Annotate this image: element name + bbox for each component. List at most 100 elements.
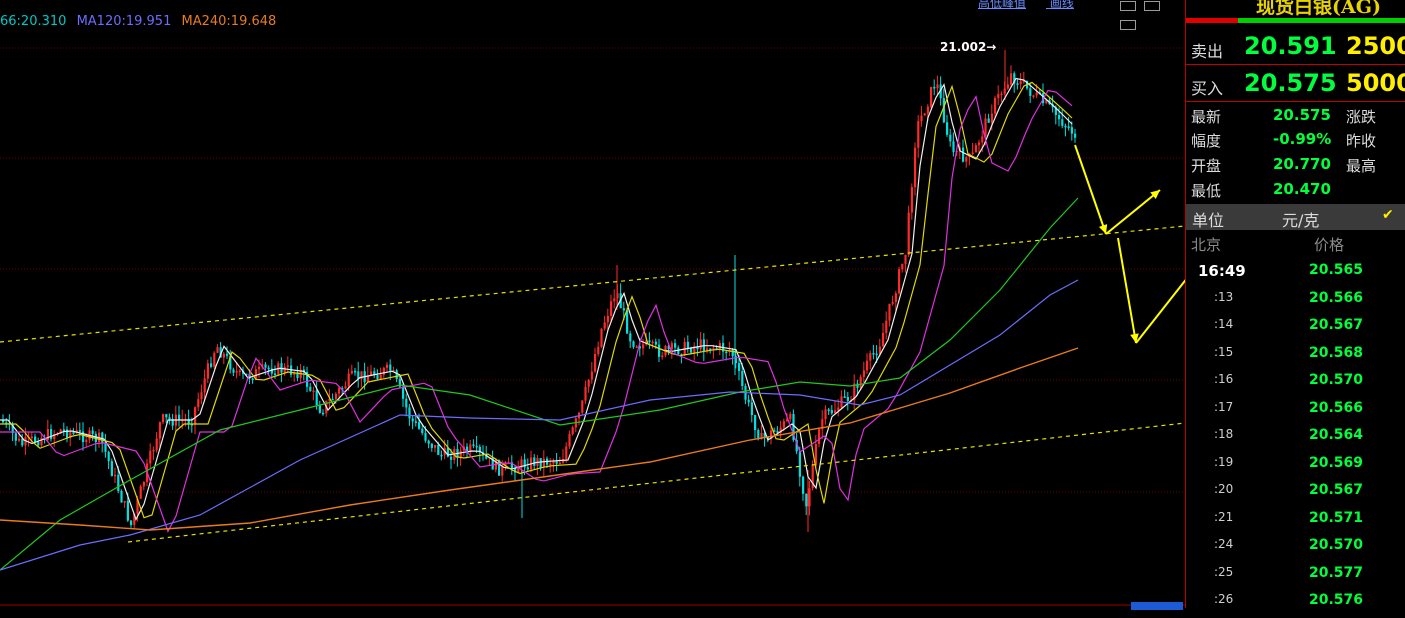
tick-row: :13 20.566 (1186, 290, 1405, 316)
candle-body (418, 422, 421, 429)
candle-body (805, 493, 808, 507)
nav-expand-button[interactable] (1120, 20, 1136, 30)
candle-body (427, 440, 430, 444)
candle-body (117, 474, 120, 491)
tick-time: 16:49 (1198, 262, 1246, 280)
tick-price: 20.567 (1309, 317, 1364, 333)
tick-time: :18 (1214, 427, 1234, 441)
candle-body (658, 344, 661, 357)
candle-body (859, 376, 862, 388)
candle-body (802, 476, 805, 494)
candle-body (376, 375, 379, 380)
tick-price: 20.571 (1309, 509, 1364, 526)
candle-body (558, 462, 561, 465)
candle-body (194, 407, 197, 425)
tick-row: :24 20.570 (1186, 537, 1405, 563)
nav-right-button[interactable] (1144, 1, 1161, 11)
candle-body (789, 413, 792, 420)
instrument-title: 现货白银(AG) (1256, 0, 1381, 18)
candle-body (869, 353, 872, 361)
chart-nav-buttons (1120, 0, 1185, 34)
tick-row: :16 20.570 (1186, 372, 1405, 398)
tick-time: :19 (1214, 454, 1234, 469)
candle-body (114, 474, 117, 477)
buy-label: 买入 (1191, 79, 1224, 98)
candle-body (661, 355, 664, 357)
peak-value-link[interactable]: 高低峰值 (978, 0, 1026, 10)
candle-body (635, 346, 638, 348)
candle-body (891, 302, 894, 304)
candle-body (334, 393, 337, 400)
sell-label: 卖出 (1191, 42, 1224, 61)
candle-body (1010, 73, 1013, 85)
candle-body (1070, 127, 1073, 134)
candle-body (101, 432, 104, 443)
candle-body (1058, 114, 1061, 120)
candle-body (894, 293, 897, 303)
candle-body (126, 501, 129, 521)
scroll-handle[interactable] (1131, 602, 1183, 610)
tick-time: :21 (1214, 509, 1234, 524)
candle-body (830, 410, 833, 414)
candle-body (888, 303, 891, 321)
candle-body (165, 414, 168, 418)
candlestick-chart[interactable]: 21.002→ 66:20.310 MA120:19.951 MA240:19.… (0, 0, 1185, 610)
candle-body (984, 118, 987, 137)
candle-body (197, 399, 200, 408)
draw-line-link[interactable]: 画线 (1050, 0, 1074, 10)
candle-body (962, 147, 965, 162)
projection-arrow (1117, 237, 1137, 344)
tick-price: 20.564 (1309, 427, 1364, 443)
candle-body (670, 343, 673, 350)
candle-body (565, 446, 568, 460)
candle-body (626, 310, 629, 334)
candle-body (203, 378, 206, 393)
candle-body (600, 328, 603, 347)
open-label: 开盘 (1191, 157, 1222, 175)
candle-body (430, 443, 433, 448)
candle-body (882, 332, 885, 347)
candle-body (379, 374, 382, 380)
check-icon[interactable]: ✔ (1382, 207, 1394, 223)
candle-body (597, 346, 600, 355)
candle-body (594, 354, 597, 372)
candle-body (946, 122, 949, 135)
candle-body (178, 414, 181, 420)
candle-body (690, 348, 693, 353)
candle-body (782, 421, 785, 428)
buy-row[interactable]: 买入 20.575 5000 (1186, 65, 1405, 101)
candle-body (981, 136, 984, 143)
candle-body (421, 428, 424, 434)
low-value: 20.470 (1273, 180, 1331, 198)
candle-body (843, 396, 846, 398)
candle-body (155, 438, 158, 450)
sell-price: 20.591 (1244, 32, 1337, 60)
latest-value: 20.575 (1273, 106, 1331, 124)
chart-canvas[interactable]: 21.002→ (0, 0, 1185, 608)
candle-body (1016, 83, 1019, 85)
ma-line-yellow (0, 81, 1073, 519)
sell-row[interactable]: 卖出 20.591 2500 (1186, 28, 1405, 64)
tick-list-header: 北京 价格 (1186, 234, 1405, 256)
candle-body (699, 339, 702, 350)
prev-close-label: 昨收 (1346, 132, 1377, 150)
candle-body (30, 436, 33, 439)
candle-body (434, 444, 437, 448)
tick-time: :20 (1214, 482, 1234, 496)
nav-left-button[interactable] (1120, 1, 1136, 11)
quote-row-latest: 最新 20.575 涨跌 (1186, 104, 1405, 128)
candle-body (930, 86, 933, 107)
candle-body (555, 461, 558, 464)
tick-time: :24 (1214, 537, 1234, 551)
candle-body (450, 456, 453, 460)
tick-row: :17 20.566 (1186, 400, 1405, 426)
high-label: 最高 (1346, 157, 1377, 175)
tick-row: :25 20.577 (1186, 565, 1405, 591)
candle-body (539, 458, 542, 468)
candle-body (747, 399, 750, 403)
candle-body (315, 390, 318, 406)
candle-body (610, 301, 613, 316)
candle-body (1061, 119, 1064, 126)
candle-body (318, 405, 321, 413)
channel-line-upper (0, 225, 1185, 343)
